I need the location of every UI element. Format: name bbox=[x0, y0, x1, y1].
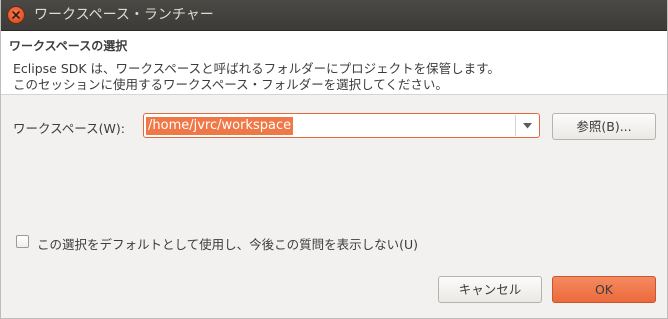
header-title: ワークスペースの選択 bbox=[9, 39, 128, 53]
dont-ask-label[interactable]: この選択をデフォルトとして使用し、今後この質問を表示しない(U) bbox=[37, 234, 418, 253]
chevron-down-icon bbox=[523, 123, 532, 129]
window-close-button[interactable] bbox=[8, 7, 24, 23]
title-bar[interactable]: ワークスペース・ランチャー bbox=[1, 0, 667, 31]
workspace-label: ワークスペース(W): bbox=[13, 121, 125, 136]
ok-button[interactable]: OK bbox=[552, 276, 656, 303]
browse-button[interactable]: 参照(B)... bbox=[552, 113, 656, 140]
window-title: ワークスペース・ランチャー bbox=[34, 7, 214, 23]
workspace-input-selected-text: /home/jvrc/workspace bbox=[146, 117, 294, 135]
workspace-dropdown-button[interactable] bbox=[516, 114, 539, 137]
description-line: Eclipse SDK は、ワークスペースと呼ばれるフォルダーにプロジェクトを保… bbox=[13, 61, 500, 76]
header-description: Eclipse SDK は、ワークスペースと呼ばれるフォルダーにプロジェクトを保… bbox=[13, 61, 500, 93]
workspace-combo[interactable]: /home/jvrc/workspace bbox=[143, 113, 540, 138]
dont-ask-checkbox[interactable] bbox=[16, 235, 29, 248]
cancel-button[interactable]: キャンセル bbox=[438, 276, 542, 303]
header-panel: ワークスペースの選択 Eclipse SDK は、ワークスペースと呼ばれるフォル… bbox=[1, 31, 667, 95]
description-line: このセッションに使用するワークスペース・フォルダーを選択してください。 bbox=[13, 77, 448, 92]
close-icon bbox=[12, 11, 20, 19]
workspace-launcher-dialog: ワークスペース・ランチャー ワークスペースの選択 Eclipse SDK は、ワ… bbox=[0, 0, 668, 319]
